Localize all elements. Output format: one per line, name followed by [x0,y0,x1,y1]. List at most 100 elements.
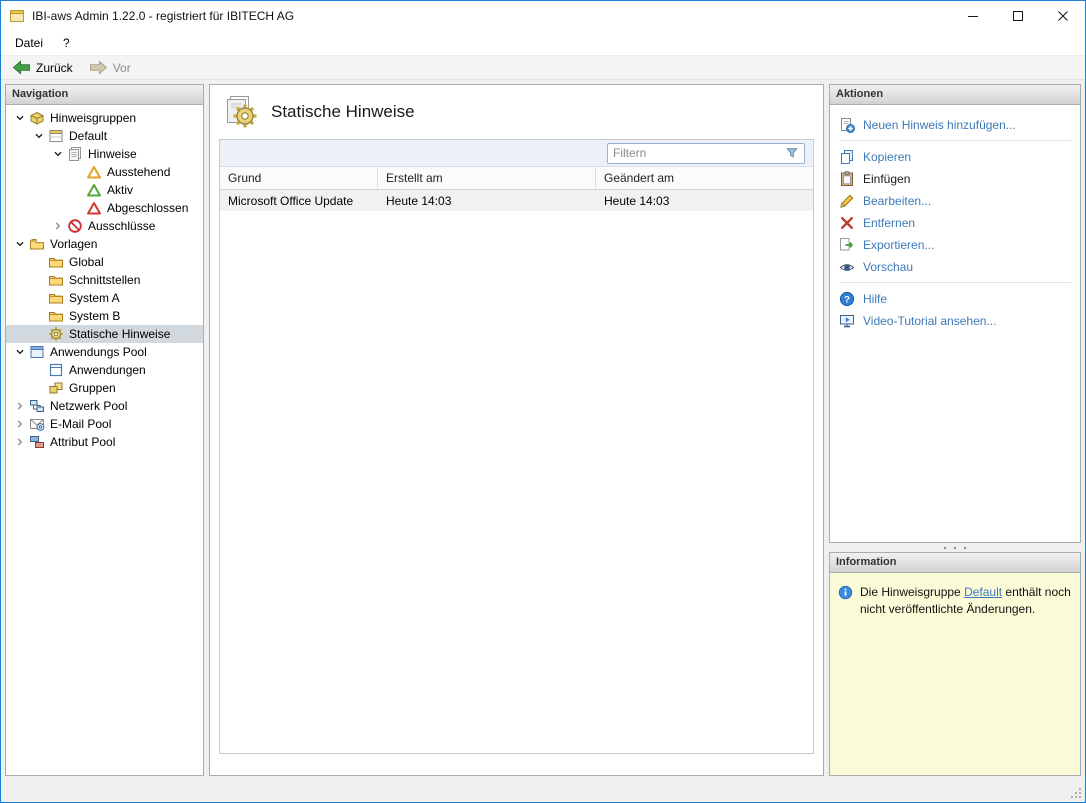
chevron-down-icon[interactable] [11,344,29,360]
actions-list: Neuen Hinweis hinzufügen... Kopieren Einfü… [830,105,1080,542]
action-entfernen[interactable]: Entfernen [837,212,1073,234]
chevron-right-icon[interactable] [49,218,67,234]
cell-erstellt-am: Heute 14:03 [378,194,596,208]
folder-icon [48,290,64,306]
action-bearbeiten[interactable]: Bearbeiten... [837,190,1073,212]
tree-item-attribut-pool[interactable]: Attribut Pool [6,433,203,451]
tree-item-anwendungs-pool[interactable]: Anwendungs Pool [6,343,203,361]
back-button[interactable]: Zurück [5,58,80,77]
filter-funnel-icon[interactable] [785,146,799,160]
action-hilfe[interactable]: ?Hilfe [837,288,1073,310]
tree-item-system-b[interactable]: System B [6,307,203,325]
action-einfuegen[interactable]: Einfügen [837,168,1073,190]
titlebar: IBI-aws Admin 1.22.0 - registriert für I… [1,1,1085,31]
static-hints-page-icon [222,94,258,130]
exclusions-icon [67,218,83,234]
column-header-grund[interactable]: Grund [220,167,378,189]
info-icon [838,585,853,600]
hints-icon [67,146,83,162]
tree-item-ausstehend[interactable]: Ausstehend [6,163,203,181]
minimize-button[interactable] [950,1,995,31]
tree-item-anwendungen[interactable]: Anwendungen [6,361,203,379]
edit-icon [839,193,855,209]
tree-item-label: Hinweise [88,147,137,161]
add-note-icon [839,117,855,133]
back-label: Zurück [36,61,73,75]
remove-icon [839,215,855,231]
table-body: Microsoft Office UpdateHeute 14:03Heute … [220,190,813,753]
action-vorschau[interactable]: Vorschau [837,256,1073,278]
table-header-row: GrundErstellt amGeändert am [220,167,813,190]
expander-spacer [68,200,86,216]
tree-item-netzwerk-pool[interactable]: Netzwerk Pool [6,397,203,415]
tree-item-vorlagen[interactable]: Vorlagen [6,235,203,253]
column-header-geaendert-am[interactable]: Geändert am [596,167,813,189]
resize-grip[interactable] [1070,787,1082,799]
network-pool-icon [29,398,45,414]
filter-input[interactable] [613,146,782,160]
paste-icon [839,171,855,187]
chevron-right-icon[interactable] [11,434,29,450]
splitter-dots-icon [940,545,970,551]
tree-item-hinweise[interactable]: Hinweise [6,145,203,163]
tree-item-e-mail-pool[interactable]: E-Mail Pool [6,415,203,433]
menu-help[interactable]: ? [53,32,80,54]
tree-item-gruppen[interactable]: Gruppen [6,379,203,397]
window-title: IBI-aws Admin 1.22.0 - registriert für I… [32,9,294,23]
tree-item-label: System A [69,291,120,305]
actions-info-splitter[interactable] [829,543,1081,552]
tree-item-label: Anwendungs Pool [50,345,147,359]
chevron-down-icon[interactable] [11,236,29,252]
action-video-tutorial-ansehen[interactable]: Video-Tutorial ansehen... [837,310,1073,332]
expander-spacer [68,182,86,198]
forward-button[interactable]: Vor [82,58,138,77]
action-label: Entfernen [863,216,915,230]
expander-spacer [30,254,48,270]
tree-item-global[interactable]: Global [6,253,203,271]
actions-panel-header: Aktionen [830,85,1080,105]
chevron-right-icon[interactable] [11,416,29,432]
tree-item-label: Attribut Pool [50,435,115,449]
action-label: Kopieren [863,150,911,164]
action-neuen-hinweis-hinzufuegen[interactable]: Neuen Hinweis hinzufügen... [837,114,1073,136]
tree-item-label: Gruppen [69,381,116,395]
templates-icon [29,236,45,252]
tree-item-schnittstellen[interactable]: Schnittstellen [6,271,203,289]
action-kopieren[interactable]: Kopieren [837,146,1073,168]
actions-separator [839,140,1071,141]
close-button[interactable] [1040,1,1085,31]
tree-item-system-a[interactable]: System A [6,289,203,307]
chevron-down-icon[interactable] [49,146,67,162]
menu-datei[interactable]: Datei [5,32,53,54]
table-row[interactable]: Microsoft Office UpdateHeute 14:03Heute … [220,190,813,211]
chevron-down-icon[interactable] [11,110,29,126]
tree-item-statische-hinweise[interactable]: Statische Hinweise [6,325,203,343]
tree-item-label: System B [69,309,120,323]
groups-icon [48,380,64,396]
tree-item-label: Statische Hinweise [69,327,170,341]
statusbar [1,780,1085,802]
action-label: Exportieren... [863,238,934,252]
active-icon [86,182,102,198]
maximize-icon [1013,11,1023,21]
static-hints-icon [48,326,64,342]
tree-item-ausschluesse[interactable]: Ausschlüsse [6,217,203,235]
chevron-down-icon[interactable] [30,128,48,144]
tree-item-abgeschlossen[interactable]: Abgeschlossen [6,199,203,217]
tree-item-hinweisgruppen[interactable]: Hinweisgruppen [6,109,203,127]
video-icon [839,313,855,329]
maximize-button[interactable] [995,1,1040,31]
action-label: Video-Tutorial ansehen... [863,314,996,328]
app-icon [9,8,25,24]
default-group-link[interactable]: Default [964,585,1002,599]
chevron-right-icon[interactable] [11,398,29,414]
app-pool-icon [29,344,45,360]
navigation-tree: HinweisgruppenDefault Hinweise Ausstehend A… [6,105,203,775]
tree-item-default[interactable]: Default [6,127,203,145]
tree-item-label: Aktiv [107,183,133,197]
toolbar: Zurück Vor [1,55,1085,80]
column-header-erstellt-am[interactable]: Erstellt am [378,167,596,189]
navigation-panel: Navigation HinweisgruppenDefaultHinweise… [5,84,204,776]
tree-item-aktiv[interactable]: Aktiv [6,181,203,199]
action-exportieren[interactable]: Exportieren... [837,234,1073,256]
